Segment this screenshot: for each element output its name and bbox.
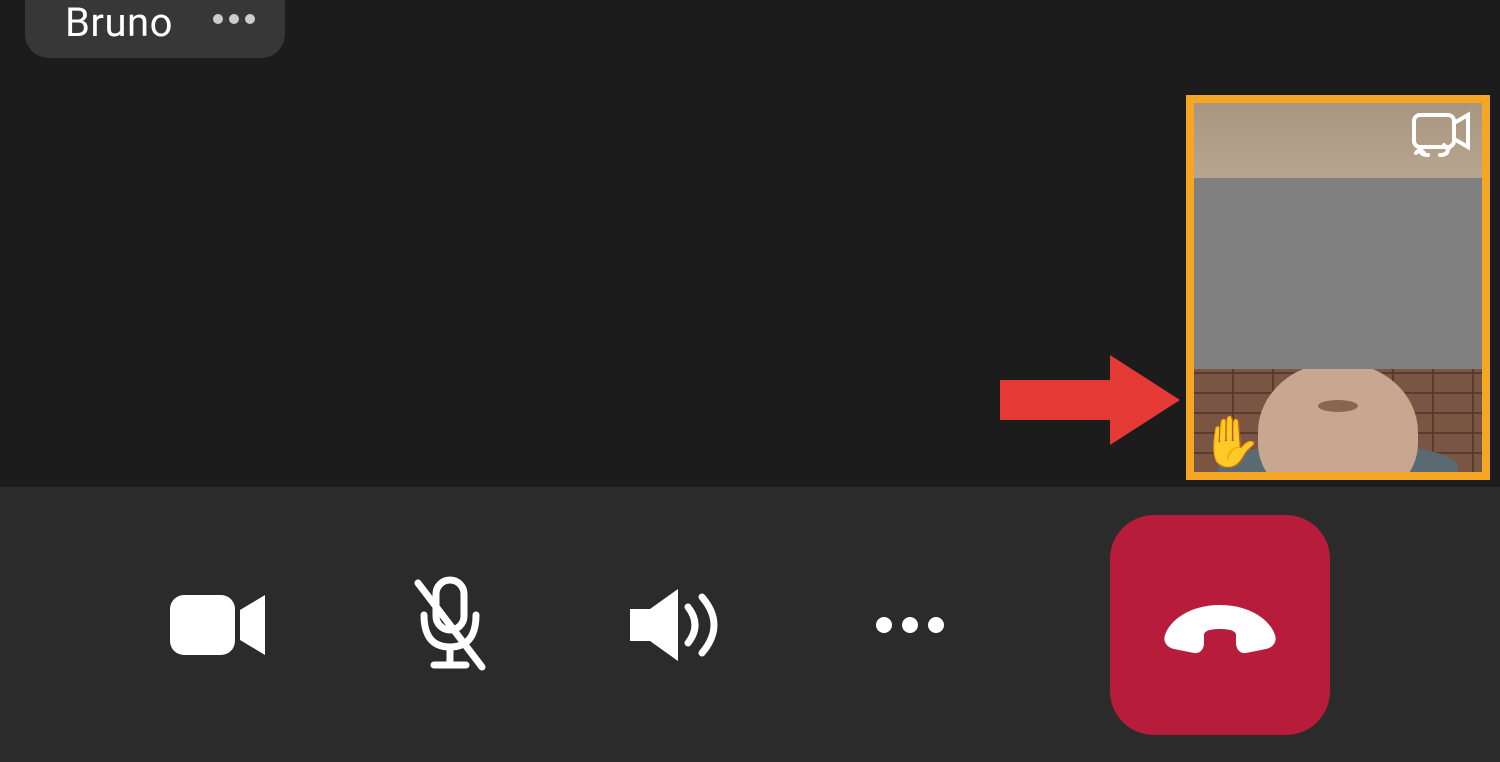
dot-icon [213, 14, 223, 24]
microphone-button[interactable] [400, 575, 500, 675]
dot-icon [229, 14, 239, 24]
flip-camera-icon[interactable] [1410, 111, 1472, 161]
call-toolbar [0, 487, 1500, 762]
end-call-button[interactable] [1110, 515, 1330, 735]
self-video-preview[interactable]: ✋ [1186, 95, 1490, 480]
participant-name: Bruno [65, 0, 173, 46]
more-options-button[interactable] [860, 575, 960, 675]
camera-button[interactable] [170, 575, 270, 675]
more-icon [876, 617, 944, 633]
microphone-muted-icon [410, 575, 490, 675]
arrow-annotation [1000, 350, 1180, 450]
face [1258, 369, 1418, 472]
hand-raised-icon: ✋ [1200, 418, 1262, 468]
participant-more-button[interactable] [213, 14, 255, 32]
speaker-button[interactable] [630, 575, 730, 675]
dot-icon [245, 14, 255, 24]
hangup-icon [1160, 595, 1280, 655]
camera-icon [170, 590, 270, 660]
mouth [1318, 400, 1358, 412]
preview-redacted-area [1194, 178, 1482, 370]
speaker-icon [630, 585, 730, 665]
participant-label: Bruno [25, 0, 285, 58]
